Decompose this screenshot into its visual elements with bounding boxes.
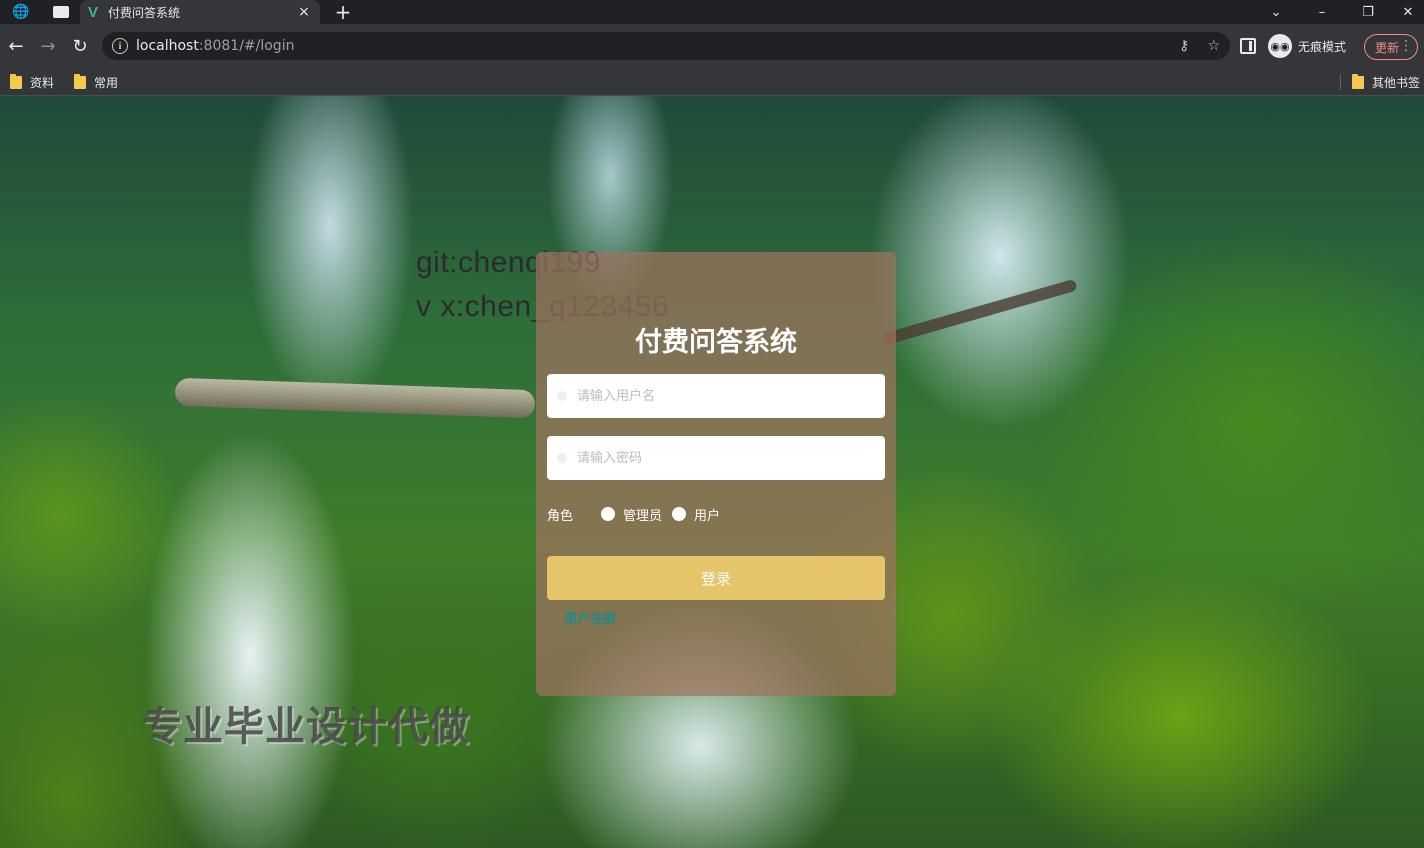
browser-tab[interactable]: V 付费问答系统 ×	[80, 0, 320, 24]
bookmark-folder-changyong[interactable]: 常用	[74, 72, 118, 92]
username-field[interactable]	[547, 374, 885, 418]
radio-circle-icon[interactable]	[601, 507, 616, 521]
bookmark-label: 资料	[30, 75, 55, 90]
login-card: 付费问答系统 角色 管理员 用户 登录 用户注册	[536, 252, 896, 696]
bookmark-label: 其他书签	[1372, 75, 1421, 90]
url-path: :8081/#/login	[198, 38, 295, 54]
folder-icon	[1352, 73, 1364, 89]
radio-circle-icon[interactable]	[672, 507, 687, 521]
browser-toolbar: ← → ↻ i localhost :8081/#/login ⚷ ☆ ◉◉ 无…	[0, 24, 1424, 68]
address-bar[interactable]: i localhost :8081/#/login ⚷ ☆	[102, 32, 1230, 60]
reload-icon[interactable]: ↻	[66, 32, 94, 60]
user-icon	[557, 391, 567, 401]
incognito-label: 无痕模式	[1298, 39, 1347, 54]
background-log	[174, 377, 536, 419]
restore-button[interactable]: ❐	[1348, 0, 1388, 24]
role-radio-admin[interactable]: 管理员	[601, 505, 662, 524]
url-host: localhost	[136, 38, 199, 54]
site-info-icon[interactable]: i	[112, 38, 128, 54]
globe-icon[interactable]: 🌐	[6, 0, 36, 24]
tab-search-icon[interactable]	[46, 0, 76, 24]
register-link[interactable]: 用户注册	[564, 608, 616, 627]
bookmark-label: 常用	[94, 75, 119, 90]
other-bookmarks-folder[interactable]: 其他书签	[1352, 72, 1420, 92]
forward-arrow-icon[interactable]: →	[34, 32, 62, 60]
role-selector: 角色 管理员 用户	[547, 504, 730, 524]
minimize-button[interactable]: –	[1302, 0, 1342, 24]
bookmark-separator	[1340, 74, 1341, 90]
lock-icon	[557, 453, 567, 463]
close-window-button[interactable]: ✕	[1392, 0, 1424, 24]
background-branch	[882, 278, 1078, 346]
bookmarks-bar: 资料 常用 其他书签	[0, 68, 1424, 96]
new-tab-button[interactable]: +	[330, 0, 356, 24]
menu-dots-icon[interactable]: ⋮	[1399, 39, 1413, 53]
bookmark-star-icon[interactable]: ☆	[1207, 38, 1220, 54]
tab-close-icon[interactable]: ×	[296, 4, 312, 20]
role-option-label: 用户	[694, 508, 721, 524]
login-button[interactable]: 登录	[547, 556, 885, 600]
username-input[interactable]	[577, 388, 857, 404]
login-title: 付费问答系统	[635, 327, 797, 358]
tab-list-chevron-icon[interactable]: ⌄	[1256, 0, 1296, 24]
folder-icon	[74, 73, 86, 89]
login-page-background: git:chenqi199 v x:chen_q123456 付费问答系统 角色…	[0, 96, 1424, 848]
folder-icon	[10, 73, 22, 89]
incognito-indicator[interactable]: ◉◉ 无痕模式	[1268, 34, 1346, 58]
side-panel-icon[interactable]	[1240, 38, 1256, 54]
browser-tab-bar: 🌐 V 付费问答系统 × + ⌄ – ❐ ✕	[0, 0, 1424, 24]
role-radio-user[interactable]: 用户	[672, 505, 720, 524]
role-option-label: 管理员	[623, 508, 663, 524]
role-label: 角色	[547, 508, 574, 524]
update-label: 更新	[1375, 40, 1400, 55]
vue-logo-icon: V	[88, 3, 99, 21]
back-arrow-icon[interactable]: ←	[2, 32, 30, 60]
key-icon[interactable]: ⚷	[1179, 38, 1189, 54]
watermark-text: 专业毕业设计代做	[142, 704, 470, 750]
incognito-icon: ◉◉	[1268, 34, 1292, 58]
bookmark-folder-ziliao[interactable]: 资料	[10, 72, 54, 92]
password-field[interactable]	[547, 436, 885, 480]
update-button[interactable]: 更新 ⋮	[1364, 34, 1418, 60]
tab-title: 付费问答系统	[108, 5, 181, 20]
password-input[interactable]	[577, 450, 857, 466]
